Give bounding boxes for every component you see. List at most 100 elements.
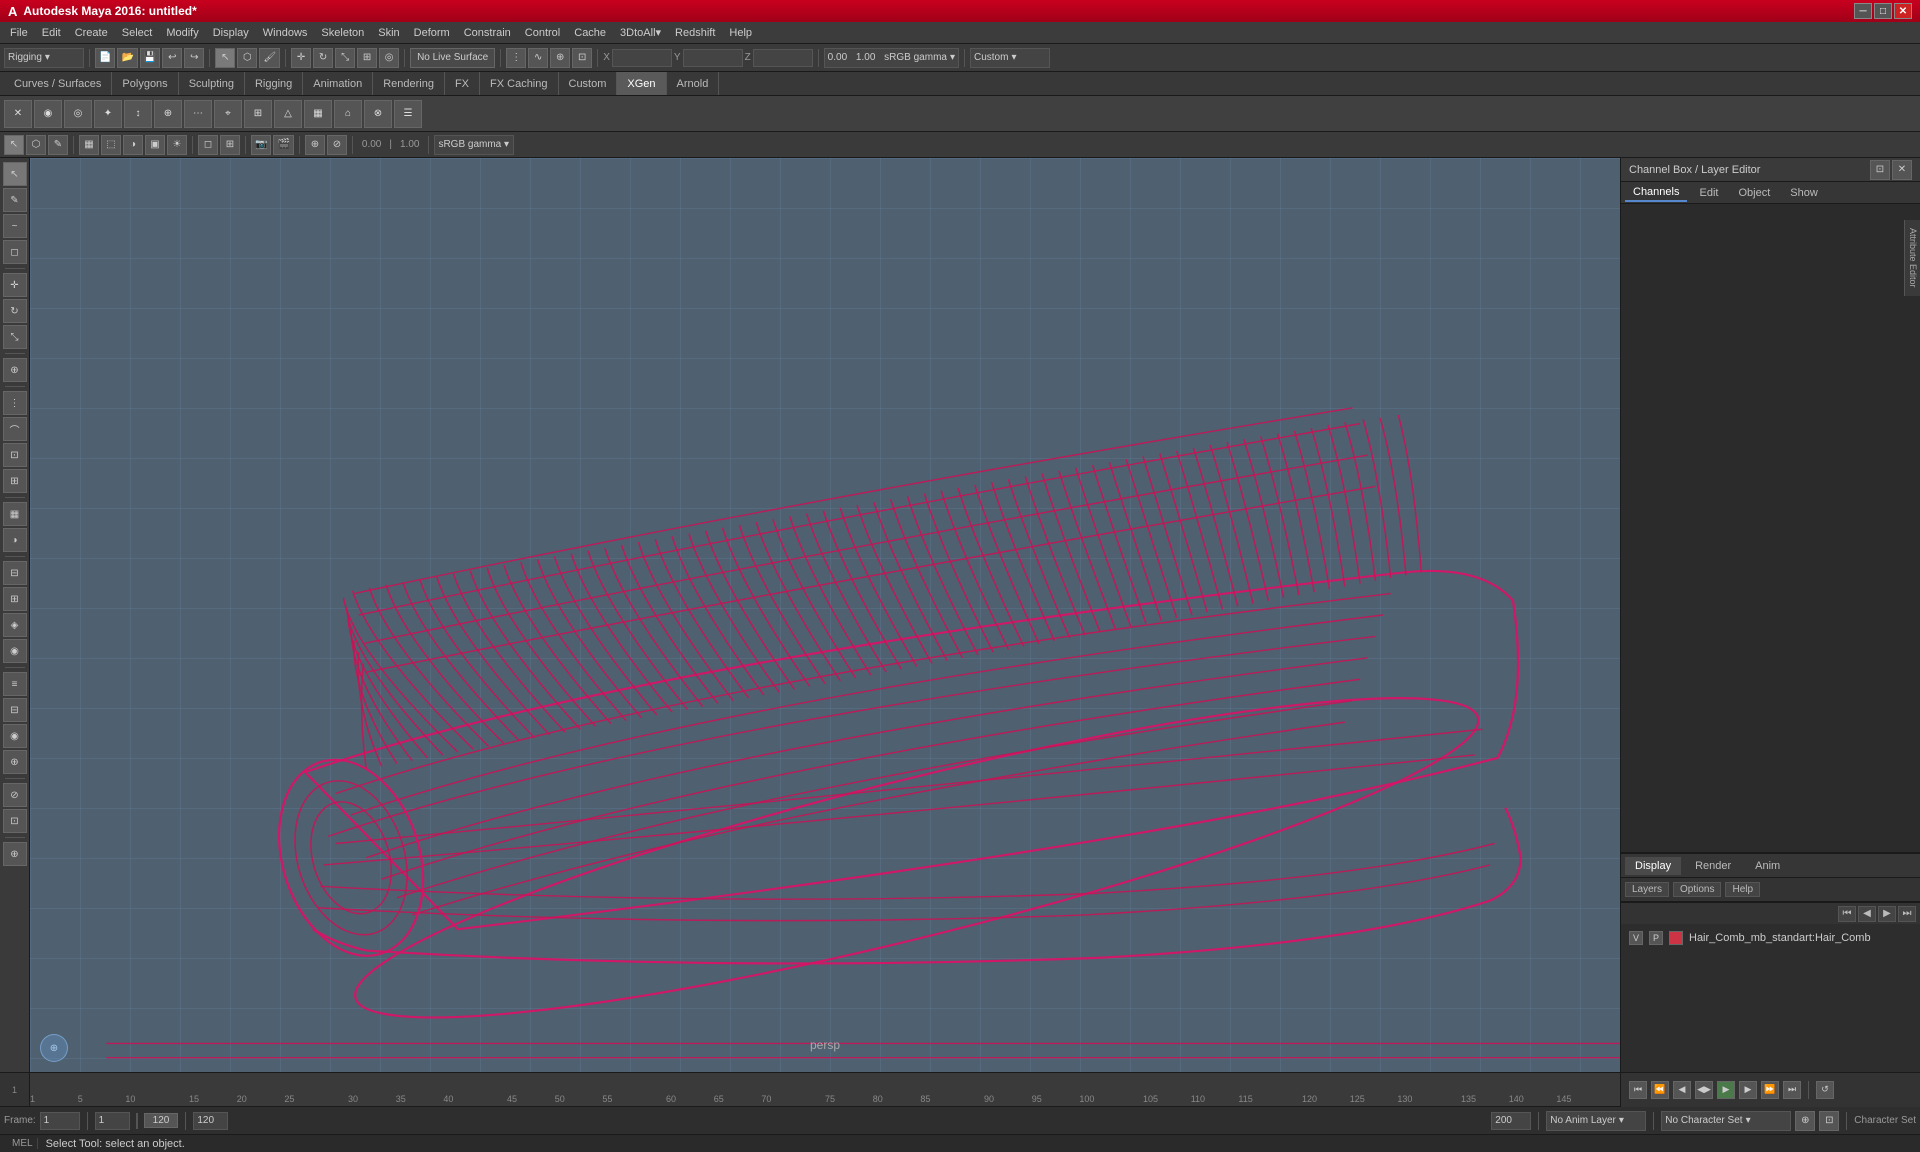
shelf-icon-5[interactable]: ↕ [124, 100, 152, 128]
scale-tool[interactable]: ⤡ [3, 325, 27, 349]
shelf-icon-13[interactable]: ⊗ [364, 100, 392, 128]
rotate-tool-btn[interactable]: ↻ [313, 48, 333, 68]
gamma-dropdown[interactable]: 0.00 1.00 sRGB gamma ▾ [824, 48, 959, 68]
shelf-icon-2[interactable]: ◉ [34, 100, 62, 128]
pb-loop[interactable]: ↺ [1816, 1081, 1834, 1099]
menu-windows[interactable]: Windows [257, 25, 314, 41]
xgen-tool1[interactable]: ≡ [3, 672, 27, 696]
cb-tab-object[interactable]: Object [1730, 185, 1778, 201]
lasso-select-btn[interactable]: ⬡ [237, 48, 257, 68]
shelf-tab-custom[interactable]: Custom [559, 72, 618, 95]
shelf-tab-polygons[interactable]: Polygons [112, 72, 178, 95]
viewport[interactable]: View Shading Lighting Show Renderer Pane… [30, 158, 1620, 1072]
workspace-dropdown[interactable]: Rigging▾ [4, 48, 84, 68]
maximize-button[interactable]: □ [1874, 3, 1892, 19]
menu-constrain[interactable]: Constrain [458, 25, 517, 41]
char-set-key-btn[interactable]: ⊡ [1819, 1111, 1839, 1131]
display-layer2[interactable]: ⊞ [3, 587, 27, 611]
erase-tool[interactable]: ◻ [3, 240, 27, 264]
le-tab-display[interactable]: Display [1625, 857, 1681, 875]
menu-control[interactable]: Control [519, 25, 566, 41]
menu-deform[interactable]: Deform [408, 25, 456, 41]
camera-btn[interactable]: 📷 [251, 135, 271, 155]
snap-to-point[interactable]: ⊡ [3, 443, 27, 467]
menu-cache[interactable]: Cache [568, 25, 612, 41]
snap-grid-btn[interactable]: ⋮ [506, 48, 526, 68]
undo-btn[interactable]: ↩ [162, 48, 182, 68]
le-help-btn[interactable]: Help [1725, 882, 1760, 897]
view-light-btn[interactable]: ☀ [167, 135, 187, 155]
view-lasso-btn[interactable]: ⬡ [26, 135, 46, 155]
render-btn[interactable]: 🎬 [273, 135, 293, 155]
soft-mod-btn[interactable]: ◎ [379, 48, 399, 68]
redo-btn[interactable]: ↪ [184, 48, 204, 68]
move-tool-btn[interactable]: ✛ [291, 48, 311, 68]
xgen-tool4[interactable]: ⊕ [3, 750, 27, 774]
rotate-tool[interactable]: ↻ [3, 299, 27, 323]
le-tab-render[interactable]: Render [1685, 857, 1741, 875]
display-layer3[interactable]: ◈ [3, 613, 27, 637]
misc-tool2[interactable]: ⊡ [3, 809, 27, 833]
layer-nav-last[interactable]: ⏭ [1898, 906, 1916, 922]
no-anim-layer-dropdown[interactable]: No Anim Layer ▾ [1546, 1111, 1646, 1131]
shelf-tab-arnold[interactable]: Arnold [667, 72, 720, 95]
shelf-tab-xgen[interactable]: XGen [617, 72, 666, 95]
no-character-set-dropdown[interactable]: No Character Set ▾ [1661, 1111, 1791, 1131]
hud-btn[interactable]: ⊞ [220, 135, 240, 155]
minimize-button[interactable]: ─ [1854, 3, 1872, 19]
le-tab-anim[interactable]: Anim [1745, 857, 1790, 875]
layer-nav-prev[interactable]: ◀ [1858, 906, 1876, 922]
menu-edit[interactable]: Edit [36, 25, 67, 41]
range-start-input[interactable] [95, 1112, 130, 1130]
le-layers-btn[interactable]: Layers [1625, 882, 1669, 897]
shelf-icon-3[interactable]: ◎ [64, 100, 92, 128]
xgen-tool2[interactable]: ⊟ [3, 698, 27, 722]
select-obj-tool[interactable]: ↖ [3, 162, 27, 186]
color-profile-dropdown[interactable]: sRGB gamma ▾ [434, 135, 514, 155]
layer-color-swatch[interactable] [1669, 931, 1683, 945]
ipr-render[interactable]: ◑ [3, 528, 27, 552]
shelf-icon-6[interactable]: ⊕ [154, 100, 182, 128]
playback-end-input[interactable] [1491, 1112, 1531, 1130]
shelf-icon-12[interactable]: ⌂ [334, 100, 362, 128]
pb-play-back[interactable]: ◀▶ [1695, 1081, 1713, 1099]
shelf-icon-9[interactable]: ⊞ [244, 100, 272, 128]
universal-manip-btn[interactable]: ⊞ [357, 48, 377, 68]
save-scene-btn[interactable]: 💾 [140, 48, 160, 68]
pb-last-frame[interactable]: ⏭ [1783, 1081, 1801, 1099]
layer-nav-first[interactable]: ⏮ [1838, 906, 1856, 922]
view-select-btn[interactable]: ↖ [4, 135, 24, 155]
view-wireframe-btn[interactable]: ⬚ [101, 135, 121, 155]
shelf-tab-fx[interactable]: FX [445, 72, 480, 95]
shelf-icon-11[interactable]: ▦ [304, 100, 332, 128]
xray-btn[interactable]: ⊘ [327, 135, 347, 155]
shelf-icon-1[interactable]: ✕ [4, 100, 32, 128]
move-tool[interactable]: ✛ [3, 273, 27, 297]
timeline-track[interactable]: 1 5 10 15 20 25 30 35 40 45 50 55 60 65 … [30, 1073, 1620, 1106]
title-bar-controls[interactable]: ─ □ ✕ [1854, 3, 1912, 19]
snap-to-surface[interactable]: ⊞ [3, 469, 27, 493]
menu-create[interactable]: Create [69, 25, 114, 41]
layer-nav-next[interactable]: ▶ [1878, 906, 1896, 922]
cb-tab-edit[interactable]: Edit [1691, 185, 1726, 201]
view-paint-btn[interactable]: ✎ [48, 135, 68, 155]
pb-prev-frame[interactable]: ◀ [1673, 1081, 1691, 1099]
layer-visible-btn[interactable]: V [1629, 931, 1643, 945]
sculpt-tool[interactable]: ~ [3, 214, 27, 238]
shelf-tab-rigging[interactable]: Rigging [245, 72, 303, 95]
view-texture-btn[interactable]: ▣ [145, 135, 165, 155]
le-options-btn[interactable]: Options [1673, 882, 1721, 897]
display-layer4[interactable]: ◉ [3, 639, 27, 663]
no-live-surface-button[interactable]: No Live Surface [410, 48, 495, 68]
menu-modify[interactable]: Modify [160, 25, 204, 41]
paint-select-btn[interactable]: 🖌 [259, 48, 280, 68]
snap-to-curve[interactable]: ⌒ [3, 417, 27, 441]
xgen-tool3[interactable]: ◉ [3, 724, 27, 748]
view-shaded-btn[interactable]: ◑ [123, 135, 143, 155]
snap-curve-btn[interactable]: ∿ [528, 48, 548, 68]
shelf-tab-animation[interactable]: Animation [303, 72, 373, 95]
shelf-icon-4[interactable]: ✦ [94, 100, 122, 128]
new-scene-btn[interactable]: 📄 [95, 48, 115, 68]
menu-skin[interactable]: Skin [372, 25, 405, 41]
view-grid-btn[interactable]: ▦ [79, 135, 99, 155]
